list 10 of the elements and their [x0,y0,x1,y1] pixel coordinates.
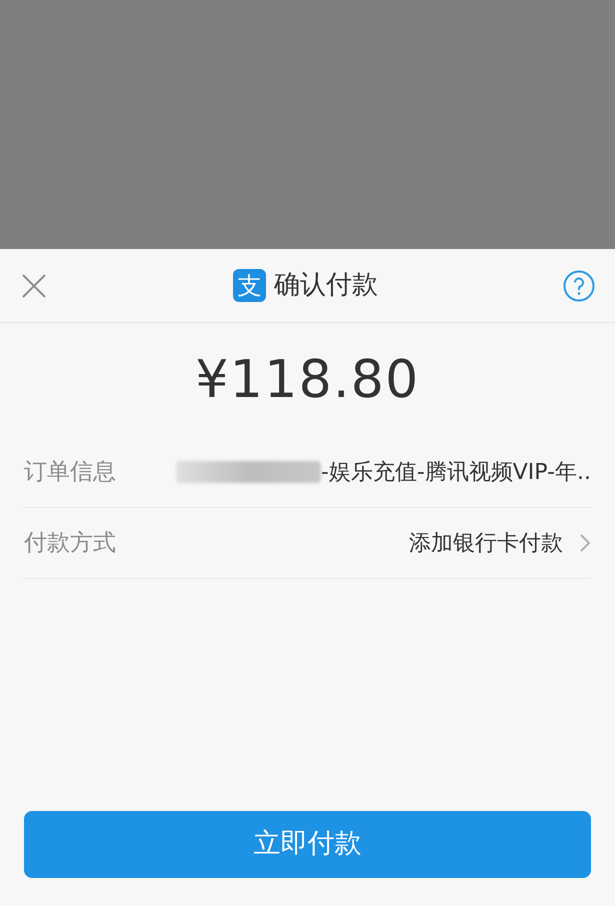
sheet-title: 确认付款 [274,269,378,302]
close-button[interactable] [20,272,48,300]
chevron-right-icon [579,533,591,553]
app-logo: 支 [233,269,266,302]
row-label: 订单信息 [24,458,116,487]
payment-method[interactable]: 添加银行卡付款 [409,526,563,560]
help-button[interactable] [563,270,595,302]
order-info: -娱乐充值-腾讯视频VIP-年.. [320,458,591,486]
row-label: 付款方式 [24,528,116,558]
payment-amount: ¥118.80 [195,349,420,412]
